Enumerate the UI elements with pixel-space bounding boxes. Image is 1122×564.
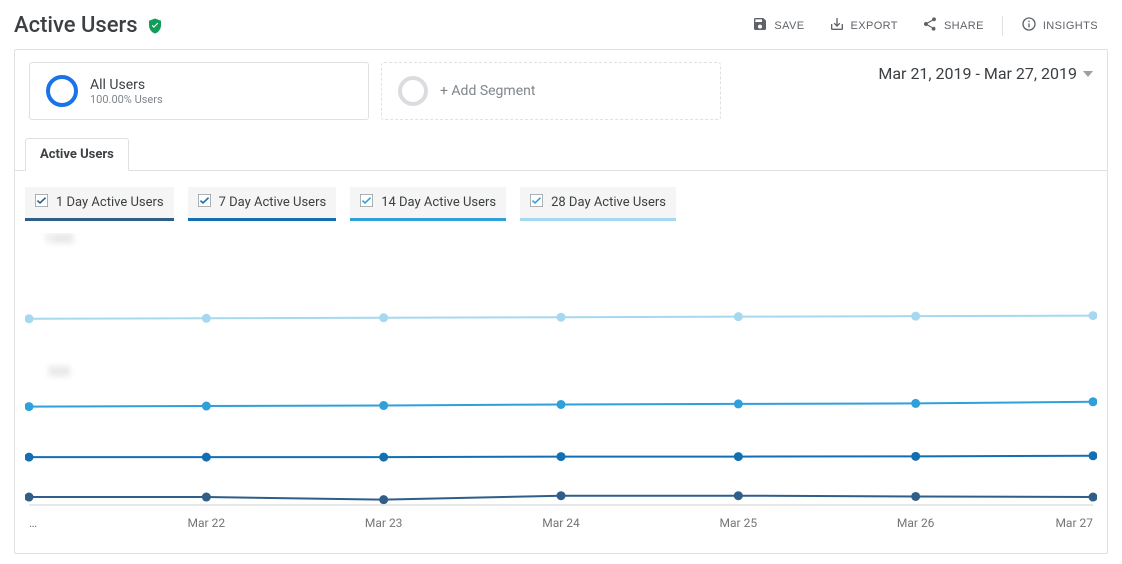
- save-button[interactable]: SAVE: [742, 10, 814, 41]
- svg-text:…: …: [29, 516, 37, 530]
- svg-text:1000: 1000: [44, 233, 73, 247]
- svg-text:Mar 24: Mar 24: [542, 516, 580, 530]
- svg-text:500: 500: [48, 365, 70, 380]
- divider: [1002, 16, 1003, 36]
- metric-label: 1 Day Active Users: [56, 195, 164, 210]
- save-icon: [752, 16, 768, 35]
- checkbox-checked-icon: [35, 194, 48, 211]
- svg-text:Mar 25: Mar 25: [720, 516, 758, 530]
- metric-chip-28day[interactable]: 28 Day Active Users: [520, 187, 676, 221]
- tab-active-users[interactable]: Active Users: [25, 138, 129, 171]
- insights-button[interactable]: INSIGHTS: [1011, 10, 1108, 41]
- verified-shield-icon: [146, 17, 164, 35]
- segment-all-users[interactable]: All Users 100.00% Users: [29, 62, 369, 120]
- page-title: Active Users: [14, 13, 138, 38]
- segment-title: All Users: [90, 77, 163, 93]
- insights-label: INSIGHTS: [1043, 20, 1098, 32]
- active-users-chart: 500 1000 … Mar 22 Mar 23 Mar 24 Mar 25 Mar 26 Ma…: [15, 229, 1107, 553]
- segment-subtitle: 100.00% Users: [90, 93, 163, 106]
- metric-chip-1day[interactable]: 1 Day Active Users: [25, 187, 174, 221]
- add-segment-button[interactable]: + Add Segment: [381, 62, 721, 120]
- header-actions: SAVE EXPORT SHARE INSIGHTS: [742, 10, 1108, 41]
- add-segment-ring-icon: [398, 76, 428, 106]
- svg-text:Mar 22: Mar 22: [188, 516, 226, 530]
- export-button[interactable]: EXPORT: [819, 10, 908, 41]
- add-segment-label: + Add Segment: [440, 83, 535, 99]
- metric-label: 28 Day Active Users: [551, 195, 666, 210]
- report-body: All Users 100.00% Users + Add Segment Ma…: [14, 49, 1108, 554]
- metric-chip-7day[interactable]: 7 Day Active Users: [188, 187, 337, 221]
- share-label: SHARE: [944, 20, 984, 32]
- svg-text:Mar 27: Mar 27: [1055, 516, 1093, 530]
- export-label: EXPORT: [851, 20, 898, 32]
- caret-down-icon: [1083, 71, 1093, 77]
- report-header: Active Users SAVE EXPORT SHARE INSIGHTS: [14, 10, 1108, 41]
- svg-text:Mar 26: Mar 26: [897, 516, 935, 530]
- share-button[interactable]: SHARE: [912, 10, 994, 41]
- segment-ring-icon: [46, 75, 78, 107]
- metric-selector-row: 1 Day Active Users 7 Day Active Users 14…: [15, 171, 1107, 229]
- date-range-text: Mar 21, 2019 - Mar 27, 2019: [878, 64, 1077, 83]
- svg-text:Mar 23: Mar 23: [365, 516, 403, 530]
- save-label: SAVE: [774, 20, 804, 32]
- insights-icon: [1021, 16, 1037, 35]
- share-icon: [922, 16, 938, 35]
- metric-chip-14day[interactable]: 14 Day Active Users: [350, 187, 506, 221]
- metric-label: 7 Day Active Users: [219, 195, 327, 210]
- checkbox-checked-icon: [530, 194, 543, 211]
- export-icon: [829, 16, 845, 35]
- metric-label: 14 Day Active Users: [381, 195, 496, 210]
- checkbox-checked-icon: [198, 194, 211, 211]
- date-range-picker[interactable]: Mar 21, 2019 - Mar 27, 2019: [878, 62, 1093, 85]
- tab-strip: Active Users: [15, 138, 1107, 171]
- checkbox-checked-icon: [360, 194, 373, 211]
